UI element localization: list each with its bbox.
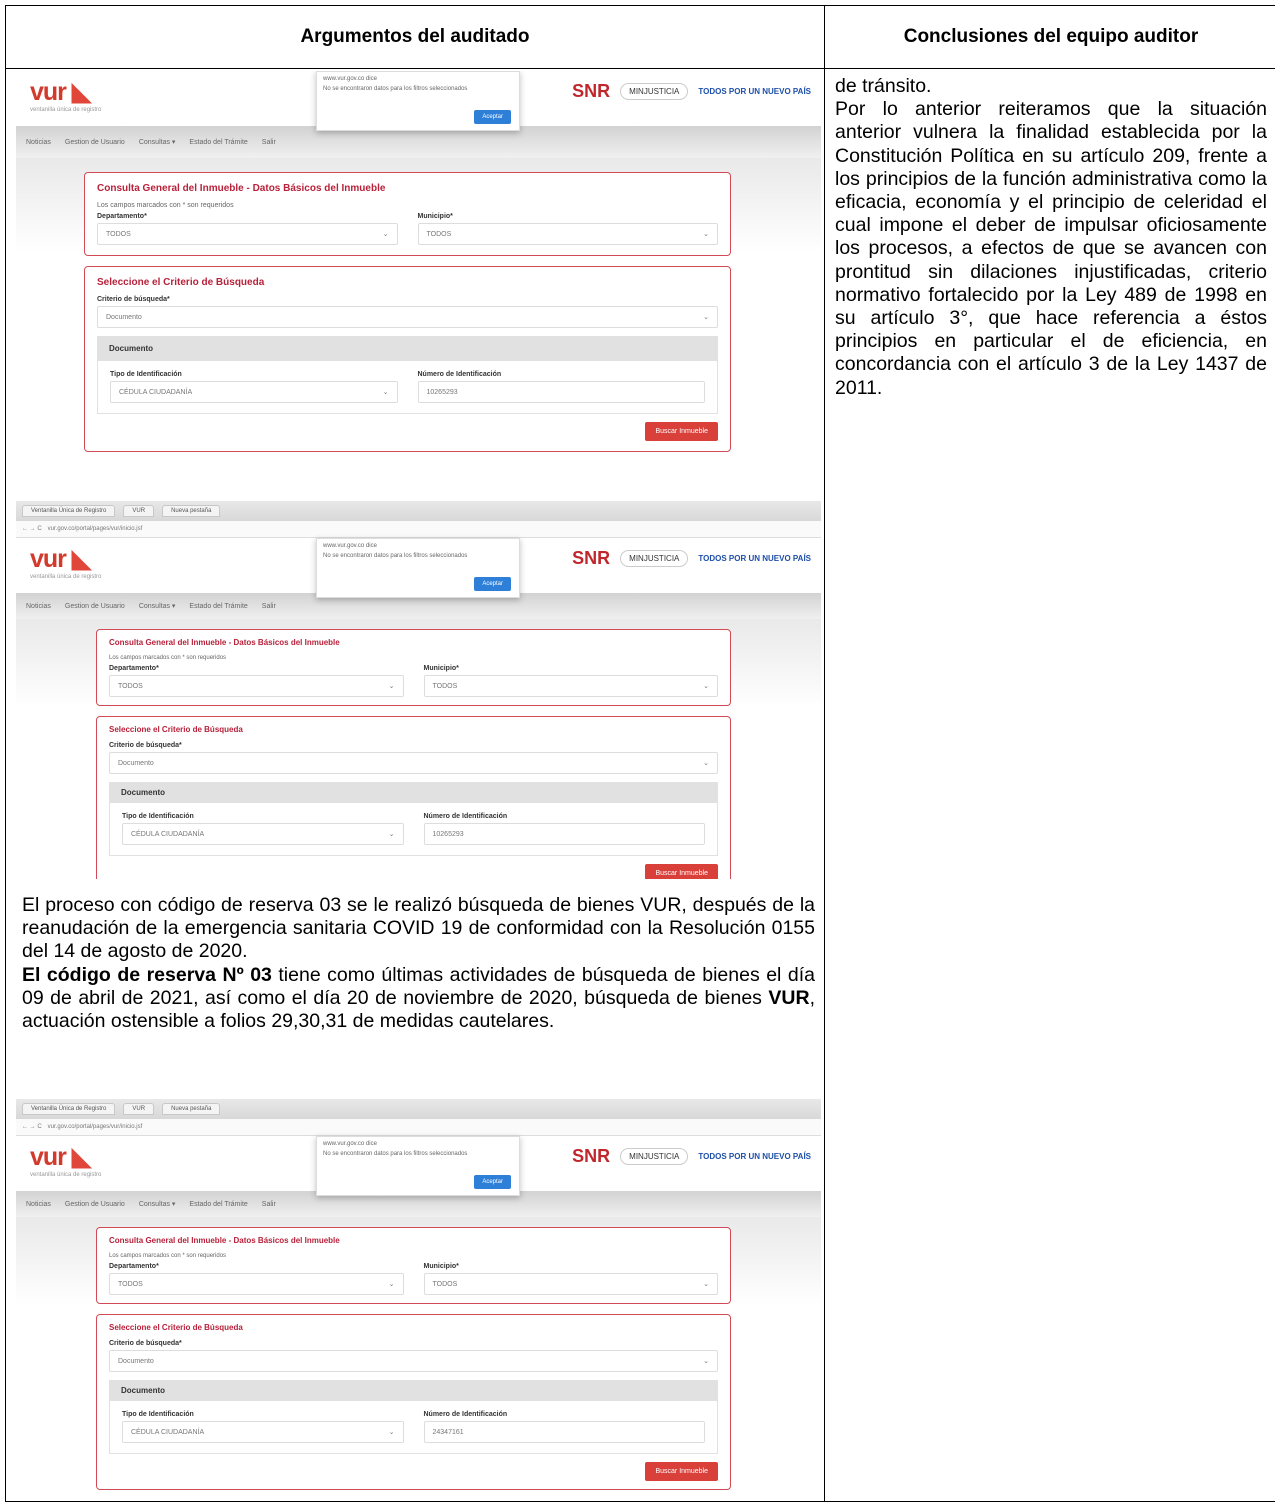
nav-item-gestion[interactable]: Gestion de Usuario xyxy=(65,139,125,146)
nav-item-estado[interactable]: Estado del Trámite xyxy=(189,139,247,146)
panel-datos-basicos: Consulta General del Inmueble - Datos Bá… xyxy=(96,1227,731,1304)
partner-logos: SNR MINJUSTICIA TODOS POR UN NUEVO PAÍS xyxy=(572,1146,811,1167)
nav-item-gestion[interactable]: Gestion de Usuario xyxy=(65,1201,125,1208)
app-content: Consulta General del Inmueble - Datos Bá… xyxy=(16,158,821,472)
partner-logos: SNR MINJUSTICIA TODOS POR UN NUEVO PAÍS xyxy=(572,548,811,569)
paragraph-2: El código de reserva Nº 03 tiene como úl… xyxy=(22,964,815,1034)
tipo-id-select[interactable]: CÉDULA CIUDADANÍA⌄ xyxy=(110,381,398,403)
paragraph-1: El proceso con código de reserva 03 se l… xyxy=(22,894,815,964)
municipio-select[interactable]: TODOS⌄ xyxy=(418,223,719,245)
nav-item-estado[interactable]: Estado del Trámite xyxy=(189,603,247,610)
auditee-arguments-cell: vur ◣ ventanilla única de registro www.v… xyxy=(6,69,825,1502)
app-header: vur ◣ ventanilla única de registro www.v… xyxy=(16,71,821,126)
buscar-inmueble-button[interactable]: Buscar Inmueble xyxy=(645,864,718,879)
nav-item-noticias[interactable]: Noticias xyxy=(26,1201,51,1208)
alert-dialog: www.vur.gov.co dice No se encontraron da… xyxy=(316,1136,520,1196)
dialog-accept-button[interactable]: Aceptar xyxy=(474,110,511,124)
conclusion-text: de tránsito.Por lo anterior reiteramos q… xyxy=(835,75,1267,400)
municipio-select[interactable]: TODOS⌄ xyxy=(424,675,719,697)
nav-item-salir[interactable]: Salir xyxy=(262,603,276,610)
nav-item-estado[interactable]: Estado del Trámite xyxy=(189,1201,247,1208)
panel-datos-basicos: Consulta General del Inmueble - Datos Bá… xyxy=(96,629,731,706)
app-header: vur ◣ ventanilla única de registro www.v… xyxy=(16,1136,821,1191)
vur-screenshot-2: Ventanilla Única de Registro VUR Nueva p… xyxy=(16,501,821,879)
vur-screenshot-1: vur ◣ ventanilla única de registro www.v… xyxy=(16,71,821,491)
address-bar[interactable]: ← → Cvur.gov.co/portal/pages/vur/inicio.… xyxy=(16,1119,821,1136)
nav-item-noticias[interactable]: Noticias xyxy=(26,603,51,610)
panel-criterio: Seleccione el Criterio de Búsqueda Crite… xyxy=(84,266,731,452)
vur-logo: vur ◣ ventanilla única de registro xyxy=(30,544,101,580)
nav-item-salir[interactable]: Salir xyxy=(262,1201,276,1208)
browser-tab[interactable]: VUR xyxy=(123,505,154,517)
browser-tab[interactable]: Ventanilla Única de Registro xyxy=(22,505,115,517)
auditor-conclusions-cell: de tránsito.Por lo anterior reiteramos q… xyxy=(825,69,1275,1502)
app-header: vur ◣ ventanilla única de registro www.v… xyxy=(16,538,821,593)
numero-id-input[interactable]: 10265293 xyxy=(424,823,706,845)
alert-dialog: www.vur.gov.co dice No se encontraron da… xyxy=(316,71,520,131)
app-content: Consulta General del Inmueble - Datos Bá… xyxy=(16,1217,821,1497)
tipo-id-select[interactable]: CÉDULA CIUDADANÍA⌄ xyxy=(122,823,404,845)
header-right: Conclusiones del equipo auditor xyxy=(825,6,1275,69)
paragraph-block: El proceso con código de reserva 03 se l… xyxy=(16,894,821,1033)
browser-tab[interactable]: VUR xyxy=(123,1103,154,1115)
header-left: Argumentos del auditado xyxy=(6,6,825,69)
browser-tab[interactable]: Nueva pestaña xyxy=(162,505,220,517)
nav-item-consultas[interactable]: Consultas ▾ xyxy=(139,1200,176,1208)
buscar-inmueble-button[interactable]: Buscar Inmueble xyxy=(645,422,718,441)
vur-screenshot-3: Ventanilla Única de Registro VUR Nueva p… xyxy=(16,1099,821,1497)
browser-tabs: Ventanilla Única de Registro VUR Nueva p… xyxy=(16,501,821,521)
browser-tabs: Ventanilla Única de Registro VUR Nueva p… xyxy=(16,1099,821,1119)
panel-criterio: Seleccione el Criterio de Búsqueda Crite… xyxy=(96,716,731,879)
browser-tab[interactable]: Ventanilla Única de Registro xyxy=(22,1103,115,1115)
partner-logos: SNR MINJUSTICIA TODOS POR UN NUEVO PAÍS xyxy=(572,81,811,102)
vur-logo: vur ◣ ventanilla única de registro xyxy=(30,1142,101,1178)
dialog-accept-button[interactable]: Aceptar xyxy=(474,577,511,591)
vur-logo: vur ◣ ventanilla única de registro xyxy=(30,77,101,113)
dialog-accept-button[interactable]: Aceptar xyxy=(474,1175,511,1189)
buscar-inmueble-button[interactable]: Buscar Inmueble xyxy=(645,1462,718,1481)
app-content: Consulta General del Inmueble - Datos Bá… xyxy=(16,619,821,879)
nav-item-noticias[interactable]: Noticias xyxy=(26,139,51,146)
departamento-select[interactable]: TODOS⌄ xyxy=(109,675,404,697)
departamento-select[interactable]: TODOS⌄ xyxy=(97,223,398,245)
address-bar[interactable]: ← → Cvur.gov.co/portal/pages/vur/inicio.… xyxy=(16,521,821,538)
numero-id-input[interactable]: 10265293 xyxy=(418,381,706,403)
panel-criterio: Seleccione el Criterio de Búsqueda Crite… xyxy=(96,1314,731,1490)
criterio-select[interactable]: Documento⌄ xyxy=(109,752,718,774)
nav-item-salir[interactable]: Salir xyxy=(262,139,276,146)
panel-datos-basicos: Consulta General del Inmueble - Datos Bá… xyxy=(84,172,731,256)
browser-tab[interactable]: Nueva pestaña xyxy=(162,1103,220,1115)
criterio-select[interactable]: Documento⌄ xyxy=(109,1350,718,1372)
departamento-select[interactable]: TODOS⌄ xyxy=(109,1273,404,1295)
nav-item-gestion[interactable]: Gestion de Usuario xyxy=(65,603,125,610)
audit-table: Argumentos del auditado Conclusiones del… xyxy=(5,5,1275,1502)
criterio-select[interactable]: Documento⌄ xyxy=(97,306,718,328)
tipo-id-select[interactable]: CÉDULA CIUDADANÍA⌄ xyxy=(122,1421,404,1443)
nav-item-consultas[interactable]: Consultas ▾ xyxy=(139,602,176,610)
nav-item-consultas[interactable]: Consultas ▾ xyxy=(139,138,176,146)
numero-id-input[interactable]: 24347161 xyxy=(424,1421,706,1443)
municipio-select[interactable]: TODOS⌄ xyxy=(424,1273,719,1295)
alert-dialog: www.vur.gov.co dice No se encontraron da… xyxy=(316,538,520,598)
